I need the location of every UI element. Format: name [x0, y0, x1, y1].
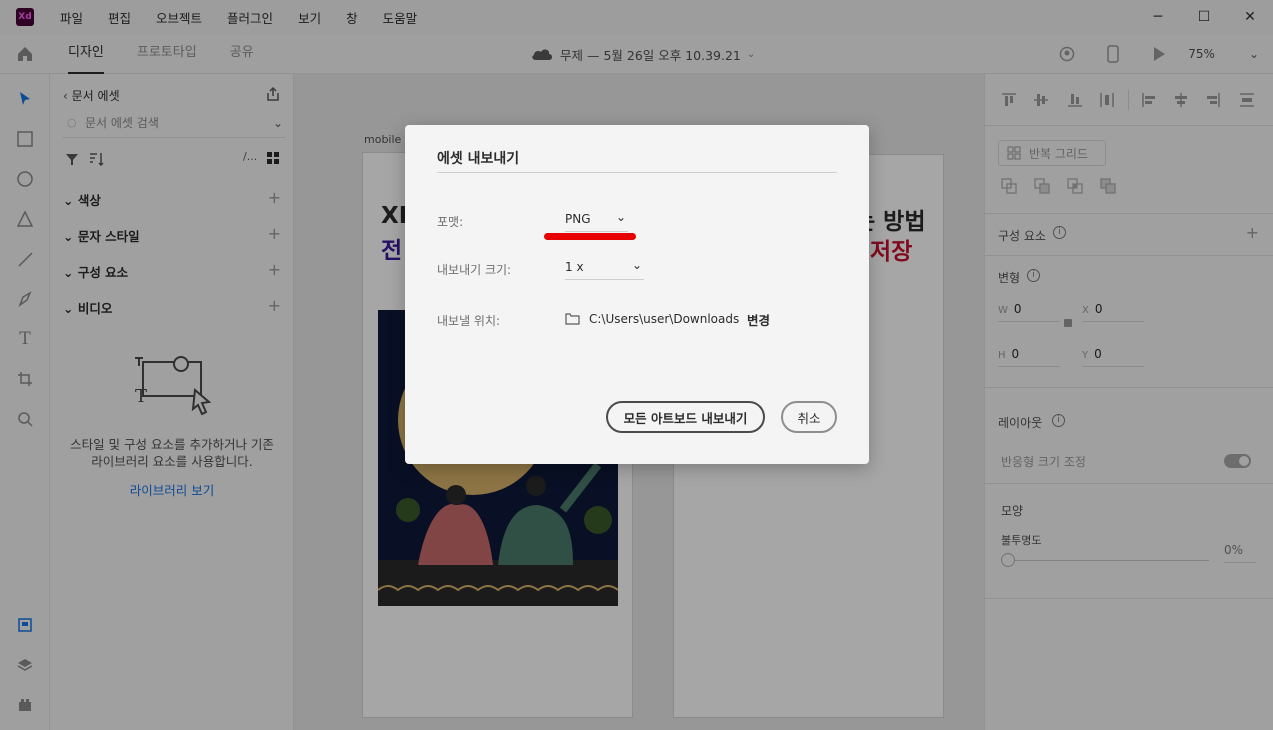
- xd-window: Xd 파일 편집 오브젝트 플러그인 보기 창 도움말 ─ ☐ ✕ 디자인 프로…: [0, 0, 1273, 730]
- chevron-down-icon: ⌄: [631, 258, 642, 272]
- dialog-title: 에셋 내보내기: [437, 151, 520, 167]
- chevron-down-icon: ⌄: [615, 210, 626, 224]
- export-size-label: 내보내기 크기:: [437, 263, 512, 277]
- format-dropdown[interactable]: PNG ⌄: [565, 210, 628, 232]
- export-assets-dialog: 에셋 내보내기 포맷: PNG ⌄ 내보내기 크기: 1 x ⌄ 내보낼 위치:…: [405, 125, 869, 464]
- export-size-dropdown[interactable]: 1 x ⌄: [565, 258, 644, 280]
- folder-icon: [565, 313, 580, 325]
- format-label: 포맷:: [437, 215, 464, 229]
- export-all-artboards-button[interactable]: 모든 아트보드 내보내기: [606, 401, 765, 433]
- dialog-divider: [437, 172, 837, 173]
- export-size-value: 1 x: [565, 260, 584, 274]
- cancel-button[interactable]: 취소: [781, 401, 837, 433]
- change-location-button[interactable]: 변경: [747, 310, 770, 329]
- export-location-label: 내보낼 위치:: [437, 314, 501, 328]
- export-location-path: C:\Users\user\Downloads: [589, 312, 740, 326]
- red-highlight-underline: [544, 233, 636, 240]
- format-value: PNG: [565, 212, 591, 226]
